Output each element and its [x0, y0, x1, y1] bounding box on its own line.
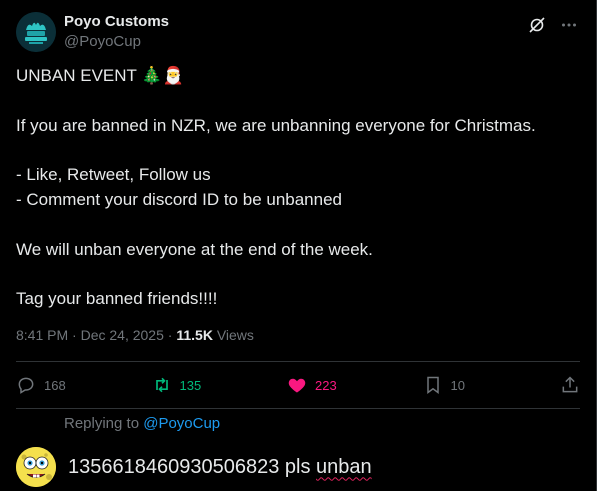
meta-separator: ·: [167, 327, 173, 343]
spongebob-avatar-icon: [16, 447, 56, 487]
bookmark-count: 10: [450, 377, 465, 393]
reply-composer: 1356618460930506823 pls unban: [16, 447, 372, 487]
tweet-time[interactable]: 8:41 PM: [16, 327, 68, 343]
author-handle[interactable]: @PoyoCup: [64, 32, 169, 52]
replying-to-handle[interactable]: @PoyoCup: [143, 415, 220, 432]
header-actions: [526, 14, 580, 36]
grok-icon[interactable]: [526, 14, 548, 36]
tweet-header: Poyo Customs @PoyoCup: [16, 12, 580, 56]
tweet-line-tag: Tag your banned friends!!!!: [16, 289, 218, 309]
christmas-tree-icon: 🎄: [141, 66, 163, 85]
santa-icon: 🎅: [162, 66, 184, 85]
retweet-button[interactable]: 135: [152, 375, 212, 395]
tweet-line-step1: - Like, Retweet, Follow us: [16, 165, 211, 185]
share-button[interactable]: [558, 375, 580, 395]
reply-icon: [18, 377, 34, 394]
author-display-name[interactable]: Poyo Customs: [64, 12, 169, 32]
more-icon[interactable]: [558, 14, 580, 36]
like-count: 223: [315, 377, 337, 393]
replying-to-label: Replying to: [64, 415, 144, 432]
author-avatar[interactable]: [16, 12, 56, 52]
tweet-line-schedule: We will unban everyone at the end of the…: [16, 239, 373, 259]
tweet-date[interactable]: Dec 24, 2025: [81, 327, 164, 343]
views-label: Views: [216, 327, 254, 343]
meta-separator: ·: [72, 327, 77, 343]
tweet-line-step2: - Comment your discord ID to be unbanned: [16, 189, 343, 209]
tweet-title-text: UNBAN EVENT: [16, 66, 142, 85]
tweet-line-intro: If you are banned in NZR, we are unbanni…: [16, 115, 536, 135]
author-names: Poyo Customs @PoyoCup: [64, 12, 169, 52]
tweet-line-title: UNBAN EVENT 🎄🎅: [16, 64, 580, 89]
tweet-detail: Poyo Customs @PoyoCup UNBAN EVENT 🎄🎅 If …: [0, 0, 597, 491]
reply-button[interactable]: 168: [16, 375, 76, 395]
bookmark-icon: [426, 376, 439, 394]
reply-input[interactable]: 1356618460930506823 pls unban: [68, 456, 372, 479]
tweet-actions: 168 135 223 10: [16, 366, 580, 404]
tweet-text: UNBAN EVENT 🎄🎅 If you are banned in NZR,…: [16, 64, 580, 312]
user-avatar[interactable]: [16, 447, 56, 487]
reply-draft-plain: pls: [279, 455, 317, 478]
share-icon: [562, 376, 578, 393]
reply-count: 168: [44, 377, 66, 393]
retweet-icon: [155, 377, 168, 393]
views-count: 11.5K: [176, 327, 213, 343]
divider-top: [16, 361, 580, 362]
reply-draft-misspelled: unban: [316, 455, 372, 478]
like-button[interactable]: 223: [287, 375, 347, 395]
reply-draft-id: 1356618460930506823: [68, 455, 280, 478]
replying-to: Replying to @PoyoCup: [64, 414, 220, 434]
poyo-customs-logo: [16, 12, 56, 52]
retweet-count: 135: [179, 377, 202, 393]
tweet-meta: 8:41 PM · Dec 24, 2025 · 11.5K Views: [16, 325, 254, 345]
heart-icon: [288, 378, 306, 393]
divider-bottom: [16, 408, 580, 409]
bookmark-button[interactable]: 10: [423, 375, 483, 395]
